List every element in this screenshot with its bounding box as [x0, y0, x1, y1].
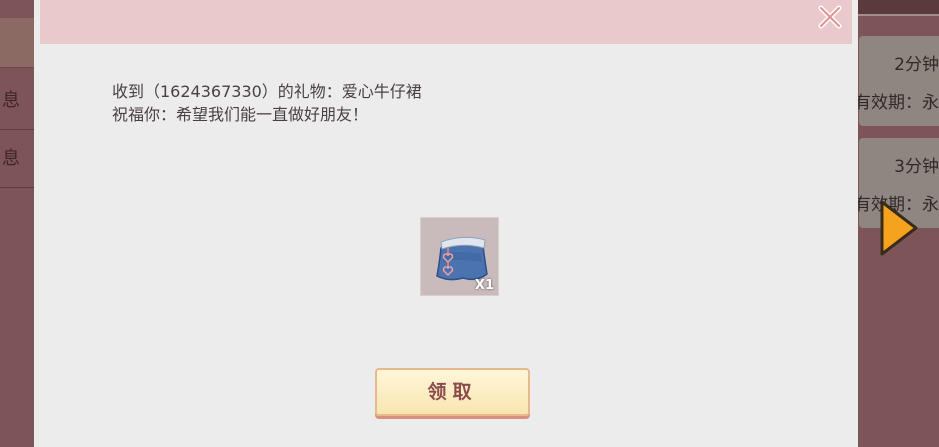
gift-message-line2: 祝福你：希望我们能一直做好朋友！ — [112, 105, 369, 124]
gift-dialog: 收到（1624367330）的礼物：爱心牛仔裙 祝福你：希望我们能一直做好朋友！… — [34, 0, 858, 447]
mail-time: 3分钟 — [894, 157, 939, 177]
gift-item-slot[interactable]: X1 — [420, 217, 499, 296]
claim-button[interactable]: 领取 — [375, 368, 530, 416]
gift-message: 收到（1624367330）的礼物：爱心牛仔裙 祝福你：希望我们能一直做好朋友！ — [112, 80, 712, 126]
background-mail-card: 2分钟 有效期：永 — [854, 36, 939, 126]
close-icon[interactable] — [817, 4, 843, 30]
gift-message-line1: 收到（1624367330）的礼物：爱心牛仔裙 — [112, 82, 422, 101]
mail-validity: 有效期：永 — [854, 93, 939, 113]
mail-time: 2分钟 — [894, 55, 939, 75]
gift-count: X1 — [474, 278, 494, 293]
background-top-strip — [855, 0, 939, 16]
dialog-header — [40, 0, 852, 44]
next-arrow-icon[interactable] — [880, 198, 920, 258]
